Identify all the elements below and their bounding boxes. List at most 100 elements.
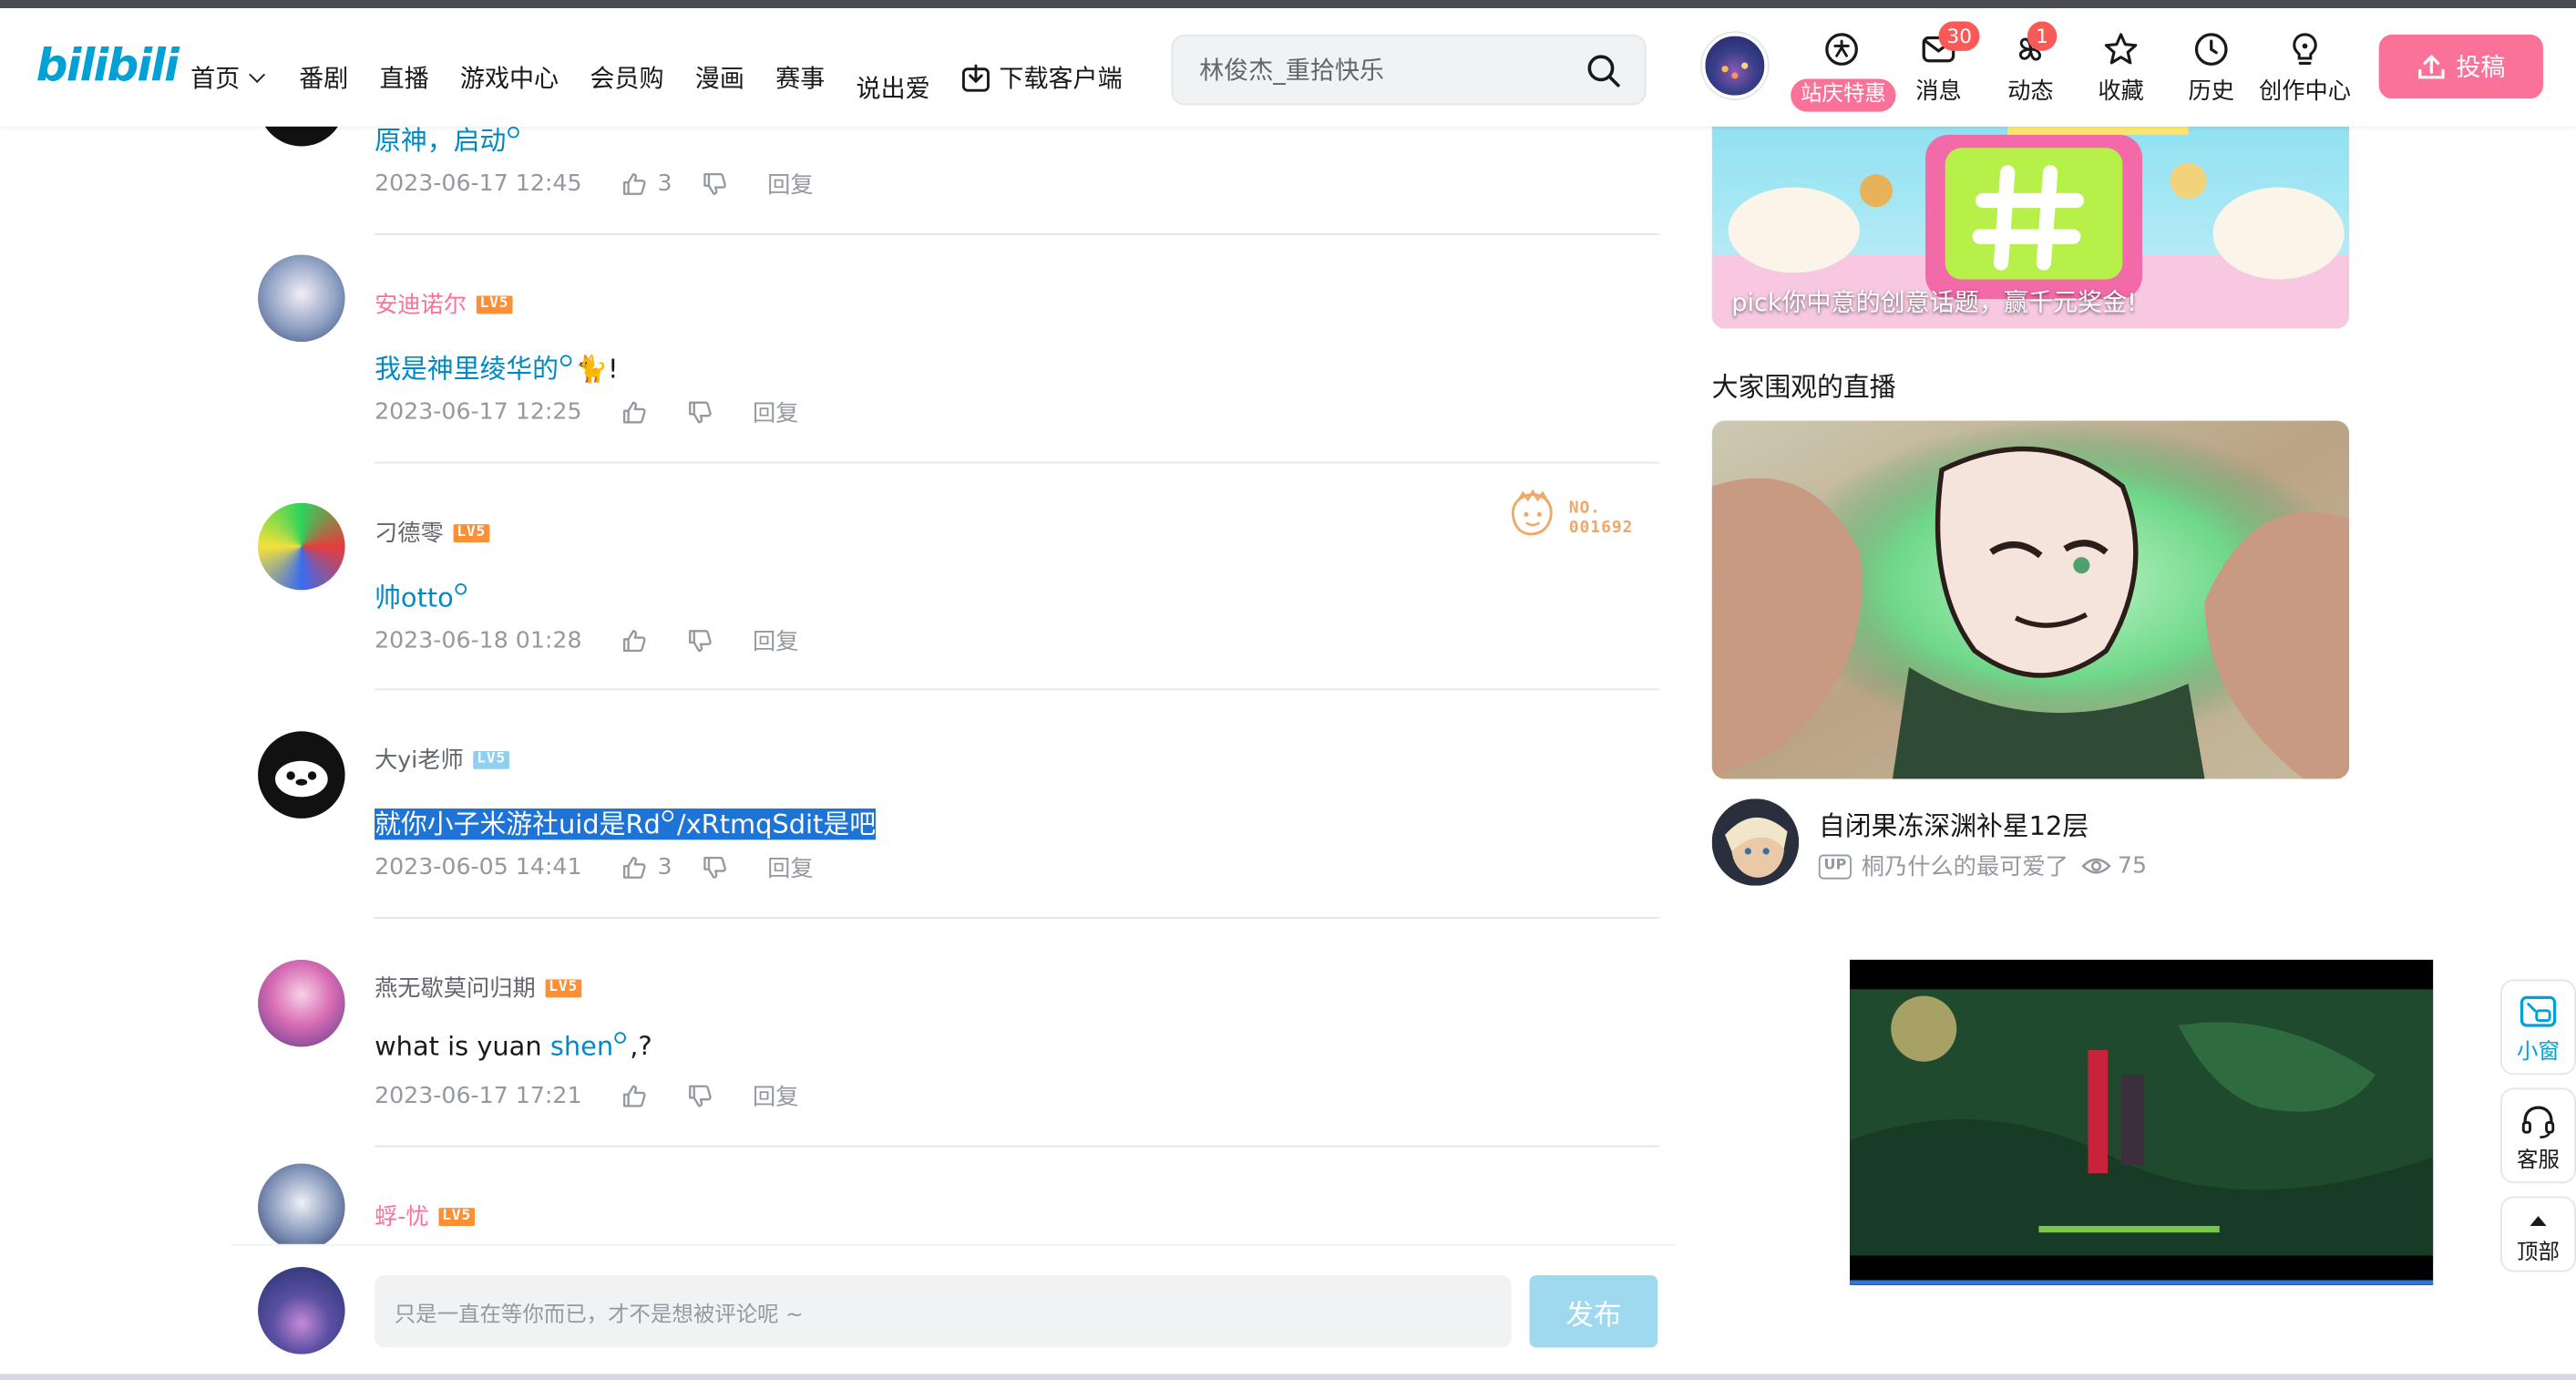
- comment-username[interactable]: 蜉-忧 LV5: [375, 1200, 475, 1232]
- up-tag-icon: UP: [1818, 853, 1852, 879]
- search-keyword-link[interactable]: shen: [550, 1030, 613, 1061]
- comment-text: 就你小子米游社uid是Rd/xRtmqSdit是吧: [375, 802, 877, 841]
- uploader-avatar-art: [1711, 798, 1800, 886]
- dislike-button[interactable]: [702, 855, 738, 881]
- comment-avatar[interactable]: [258, 1163, 345, 1251]
- comment-text: what is yuan shen,?: [375, 1030, 652, 1062]
- thumb-up-icon: [623, 172, 646, 195]
- dislike-button[interactable]: [687, 399, 724, 426]
- creator-center-button[interactable]: 创作中心: [2247, 31, 2362, 107]
- reply-bar: 只是一直在等你而已，才不是想被评论呢 ~ 发布: [230, 1245, 1676, 1380]
- dislike-button[interactable]: [687, 1083, 724, 1109]
- thumb-up-icon: [623, 856, 646, 879]
- comment-meta: 2023-06-17 17:21 回复: [375, 1080, 828, 1113]
- dynamics-button[interactable]: 动态 1: [1985, 21, 2077, 107]
- thumb-up-icon: [623, 630, 646, 653]
- live-thumbnail[interactable]: [1711, 420, 2350, 779]
- thumb-up-icon: [623, 401, 646, 424]
- like-button[interactable]: [621, 628, 658, 654]
- history-button[interactable]: 历史: [2165, 31, 2257, 107]
- comment-username[interactable]: 安迪诺尔 LV5: [375, 288, 513, 321]
- like-button[interactable]: 3: [621, 855, 672, 881]
- main-nav: 首页 番剧 直播 游戏中心 会员购 漫画 赛事 说出爱 下载客户端: [190, 51, 1154, 105]
- mini-window-button[interactable]: 小窗: [2500, 979, 2576, 1076]
- selected-text[interactable]: 就你小子米游社uid是Rd/xRtmqSdit是吧: [375, 808, 877, 840]
- dislike-button[interactable]: [687, 628, 724, 654]
- arrow-up-icon: [2530, 1216, 2547, 1226]
- search-mini-icon: [614, 1032, 627, 1044]
- browser-top-strip: [0, 0, 2576, 9]
- nav-home[interactable]: 首页: [190, 61, 266, 96]
- comment-divider: [375, 461, 1659, 464]
- eye-icon: [2081, 858, 2111, 874]
- view-count: 75: [2081, 853, 2147, 880]
- customer-service-button[interactable]: 客服: [2500, 1087, 2576, 1184]
- dislike-button[interactable]: [702, 171, 738, 198]
- thumb-down-icon: [689, 401, 713, 424]
- search-keyword-link[interactable]: 我是神里绫华的: [375, 354, 559, 385]
- comment-meta: 2023-06-18 01:28 回复: [375, 624, 828, 657]
- search-mini-icon: [508, 126, 519, 139]
- nav-game-center[interactable]: 游戏中心: [460, 61, 559, 96]
- banner-caption: pick你中意的创意话题，赢千元奖金!: [1731, 287, 2137, 317]
- thumb-down-icon: [689, 630, 713, 653]
- mini-player[interactable]: [1850, 959, 2434, 1285]
- nav-shop[interactable]: 会员购: [590, 61, 663, 96]
- star-icon: [2104, 33, 2138, 65]
- comment-username[interactable]: 燕无歇莫问归期 LV5: [375, 972, 581, 1004]
- comment-username[interactable]: 大yi老师 LV5: [375, 743, 509, 776]
- favorites-button[interactable]: 收藏: [2075, 31, 2167, 107]
- comment-username[interactable]: 刁德零 LV5: [375, 516, 489, 549]
- comment-divider: [375, 233, 1659, 235]
- back-to-top-button[interactable]: 顶部: [2500, 1196, 2576, 1272]
- like-button[interactable]: [621, 1083, 658, 1109]
- level-badge: LV5: [476, 294, 513, 314]
- search-mini-icon: [559, 355, 572, 367]
- messages-badge: 30: [1938, 21, 1981, 51]
- live-section-title: 大家围观的直播: [1711, 371, 1896, 403]
- comment-avatar[interactable]: [258, 254, 345, 343]
- thumb-up-icon: [623, 1085, 646, 1107]
- comment-text: 我是神里绫华的 🐈!: [375, 353, 619, 385]
- download-client-link[interactable]: 下载客户端: [961, 61, 1123, 96]
- reply-link[interactable]: 回复: [767, 851, 813, 884]
- nav-esports[interactable]: 赛事: [775, 61, 825, 96]
- comment-avatar[interactable]: [258, 731, 345, 819]
- comment-divider: [375, 917, 1659, 919]
- comment-avatar[interactable]: [258, 959, 345, 1047]
- search-keyword-link[interactable]: 帅otto: [375, 582, 454, 613]
- mini-player-video-frame: [1850, 959, 2434, 1285]
- level-badge: LV5: [473, 750, 509, 768]
- nav-live[interactable]: 直播: [380, 61, 429, 96]
- event-banner[interactable]: pick你中意的创意话题，赢千元奖金!: [1711, 115, 2350, 329]
- upload-button[interactable]: 投稿: [2378, 34, 2543, 99]
- bilibili-logo[interactable]: bilibili: [36, 41, 180, 92]
- comment-avatar[interactable]: [258, 502, 345, 591]
- nav-manga[interactable]: 漫画: [695, 61, 744, 96]
- live-title[interactable]: 自闭果冻深渊补星12层: [1819, 804, 2089, 843]
- search-icon[interactable]: [1586, 53, 1622, 89]
- like-button[interactable]: [621, 399, 658, 426]
- top-header: bilibili 首页 番剧 直播 游戏中心 会员购 漫画 赛事 说出爱 下载客…: [0, 8, 2576, 127]
- live-uploader-avatar[interactable]: [1711, 798, 1800, 886]
- publish-button[interactable]: 发布: [1529, 1275, 1658, 1348]
- user-avatar[interactable]: [1701, 33, 1768, 99]
- anniversary-icon-button[interactable]: [1796, 31, 1888, 74]
- search-input[interactable]: [1199, 52, 1561, 89]
- reply-link[interactable]: 回复: [753, 1080, 798, 1113]
- search-box: [1171, 34, 1647, 106]
- promo-label[interactable]: 站庆特惠: [1791, 78, 1896, 112]
- search-keyword-link[interactable]: 原神，启动: [375, 125, 506, 156]
- thumb-down-icon: [689, 1085, 713, 1107]
- reply-link[interactable]: 回复: [753, 396, 798, 429]
- like-button[interactable]: 3: [621, 171, 672, 197]
- reply-link[interactable]: 回复: [753, 624, 798, 657]
- live-uploader-name[interactable]: 桐乃什么的最可爱了: [1862, 850, 2068, 882]
- current-user-avatar[interactable]: [258, 1267, 345, 1354]
- comment-input[interactable]: 只是一直在等你而已，才不是想被评论呢 ~: [375, 1275, 1512, 1348]
- messages-button[interactable]: 消息 30: [1893, 21, 1985, 107]
- nav-say-love[interactable]: 说出爱: [857, 71, 930, 106]
- fan-medal-number: NO. 001692: [1568, 499, 1634, 538]
- reply-link[interactable]: 回复: [767, 168, 813, 201]
- nav-anime[interactable]: 番剧: [299, 61, 348, 96]
